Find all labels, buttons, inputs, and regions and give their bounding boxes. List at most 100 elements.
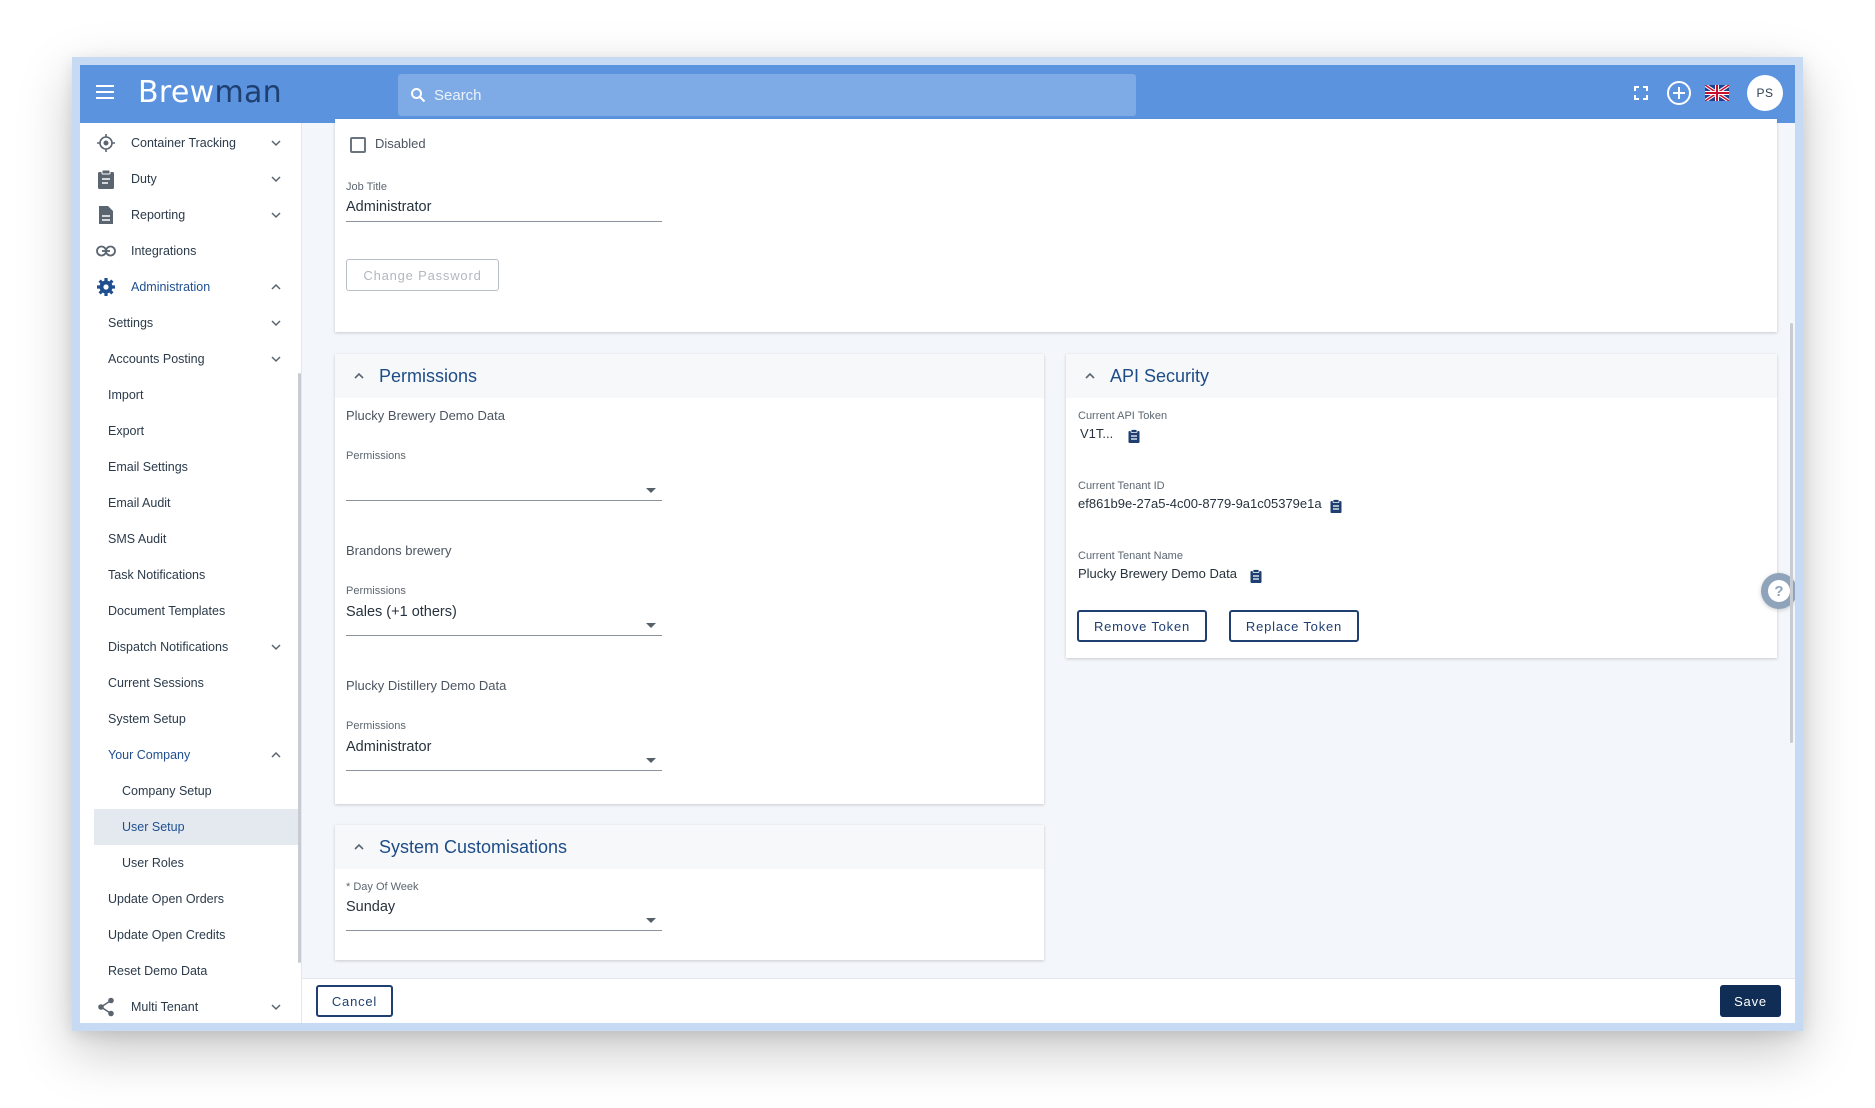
sidebar-item-accounts-posting[interactable]: Accounts Posting: [80, 341, 298, 377]
chevron-down-icon: [271, 212, 281, 219]
sidebar-scrollbar[interactable]: [298, 373, 301, 963]
sidebar-item-update-open-credits[interactable]: Update Open Credits: [80, 917, 298, 953]
link-icon: [95, 240, 117, 262]
disabled-checkbox[interactable]: [350, 137, 366, 153]
sidebar-item-label: Import: [108, 388, 144, 402]
replace-token-button[interactable]: Replace Token: [1229, 610, 1359, 642]
chevron-down-icon: [271, 356, 281, 363]
permissions-select[interactable]: Sales (+1 others): [346, 604, 662, 620]
search-bar[interactable]: [398, 74, 1136, 116]
tenant-name: Plucky Distillery Demo Data: [346, 678, 507, 693]
change-password-button[interactable]: Change Password: [346, 259, 499, 291]
add-circle-icon[interactable]: [1665, 79, 1693, 107]
hamburger-menu-icon[interactable]: [94, 82, 116, 104]
sidebar-item-update-open-orders[interactable]: Update Open Orders: [80, 881, 298, 917]
clipboard-copy-icon[interactable]: [1250, 569, 1262, 583]
document-icon: [95, 204, 117, 226]
job-title-input[interactable]: Administrator: [346, 199, 431, 215]
sidebar-item-sms-audit[interactable]: SMS Audit: [80, 521, 298, 557]
sidebar-item-duty[interactable]: Duty: [80, 161, 298, 197]
sidebar-item-label: Email Audit: [108, 496, 171, 510]
sidebar-item-label: Settings: [108, 316, 154, 330]
permissions-select[interactable]: Administrator: [346, 739, 662, 755]
help-icon: ?: [1768, 580, 1790, 602]
sidebar-item-document-templates[interactable]: Document Templates: [80, 593, 298, 629]
sidebar-item-export[interactable]: Export: [80, 413, 298, 449]
sidebar-item-label: Company Setup: [122, 784, 212, 798]
sidebar-item-label: Reporting: [131, 208, 186, 222]
sidebar-item-label: Update Open Orders: [108, 892, 225, 906]
sidebar-item-administration[interactable]: Administration: [80, 269, 298, 305]
sidebar-item-email-settings[interactable]: Email Settings: [80, 449, 298, 485]
sidebar-item-email-audit[interactable]: Email Audit: [80, 485, 298, 521]
main-content: Disabled Job Title Administrator Change …: [302, 119, 1795, 1023]
sidebar-item-label: User Roles: [122, 856, 184, 870]
tenant-id-label: Current Tenant ID: [1078, 480, 1165, 492]
select-underline: [346, 770, 662, 771]
remove-token-button[interactable]: Remove Token: [1077, 610, 1207, 642]
permissions-card: Permissions Plucky Brewery Demo Data Per…: [335, 354, 1044, 804]
sidebar-item-container-tracking[interactable]: Container Tracking: [80, 125, 298, 161]
search-input[interactable]: [434, 86, 1114, 104]
chevron-up-icon: [354, 843, 364, 850]
sidebar-item-reset-demo-data[interactable]: Reset Demo Data: [80, 953, 298, 989]
share-icon: [95, 996, 117, 1018]
sidebar-item-user-setup[interactable]: User Setup: [94, 809, 298, 845]
permissions-label: Permissions: [346, 450, 406, 462]
sidebar-item-company-setup[interactable]: Company Setup: [80, 773, 298, 809]
tenant-name: Plucky Brewery Demo Data: [346, 408, 505, 423]
dropdown-arrow-icon: [646, 758, 656, 763]
sidebar-item-label: Accounts Posting: [108, 352, 205, 366]
sidebar-item-label: Email Settings: [108, 460, 188, 474]
sidebar-item-integrations[interactable]: Integrations: [80, 233, 298, 269]
sidebar-item-import[interactable]: Import: [80, 377, 298, 413]
clipboard-copy-icon[interactable]: [1330, 499, 1342, 513]
dropdown-arrow-icon: [646, 918, 656, 923]
permissions-header[interactable]: Permissions: [335, 354, 1044, 398]
gear-icon: [95, 276, 117, 298]
api-security-title: API Security: [1110, 365, 1210, 386]
uk-flag-icon[interactable]: [1703, 79, 1731, 107]
sidebar-item-reporting[interactable]: Reporting: [80, 197, 298, 233]
sidebar-item-multi-tenant[interactable]: Multi Tenant: [80, 989, 298, 1023]
job-title-underline: [346, 221, 662, 222]
chevron-down-icon: [271, 644, 281, 651]
sidebar-item-settings[interactable]: Settings: [80, 305, 298, 341]
permissions-label: Permissions: [346, 720, 406, 732]
sidebar-item-label: Reset Demo Data: [108, 964, 208, 978]
sidebar-item-label: Multi Tenant: [131, 1000, 199, 1014]
sidebar-item-task-notifications[interactable]: Task Notifications: [80, 557, 298, 593]
main-scrollbar[interactable]: [1790, 323, 1793, 743]
tenant-id-value: ef861b9e-27a5-4c00-8779-9a1c05379e1a: [1078, 496, 1322, 511]
sidebar-item-label: Duty: [131, 172, 157, 186]
permissions-select[interactable]: [346, 466, 662, 488]
sidebar-item-label: Document Templates: [108, 604, 226, 618]
select-underline: [346, 635, 662, 636]
sidebar-item-dispatch-notifications[interactable]: Dispatch Notifications: [80, 629, 298, 665]
sidebar-item-current-sessions[interactable]: Current Sessions: [80, 665, 298, 701]
api-security-card: API Security Current API Token V1T... Cu…: [1066, 354, 1777, 658]
sidebar-item-your-company[interactable]: Your Company: [80, 737, 298, 773]
footer-bar: Cancel Save: [302, 978, 1795, 1023]
tenant-name-value: Plucky Brewery Demo Data: [1078, 566, 1237, 581]
sidebar-item-system-setup[interactable]: System Setup: [80, 701, 298, 737]
system-customisations-header[interactable]: System Customisations: [335, 825, 1044, 869]
fullscreen-icon[interactable]: [1627, 79, 1655, 107]
clipboard-copy-icon[interactable]: [1128, 429, 1140, 443]
sidebar-item-label: Administration: [131, 280, 211, 294]
target-icon: [95, 132, 117, 154]
sidebar-item-label: Integrations: [131, 244, 197, 258]
sidebar-item-label: Export: [108, 424, 145, 438]
dropdown-arrow-icon: [646, 488, 656, 493]
day-of-week-select[interactable]: Sunday: [346, 899, 662, 915]
tenant-name: Brandons brewery: [346, 543, 452, 558]
cancel-button[interactable]: Cancel: [316, 985, 393, 1017]
sidebar-item-user-roles[interactable]: User Roles: [80, 845, 298, 881]
api-security-header[interactable]: API Security: [1066, 354, 1777, 398]
user-avatar[interactable]: PS: [1747, 75, 1783, 111]
clipboard-icon: [95, 168, 117, 190]
chevron-down-icon: [271, 176, 281, 183]
select-underline: [346, 500, 662, 501]
sidebar-item-label: SMS Audit: [108, 532, 167, 546]
save-button[interactable]: Save: [1720, 985, 1781, 1017]
